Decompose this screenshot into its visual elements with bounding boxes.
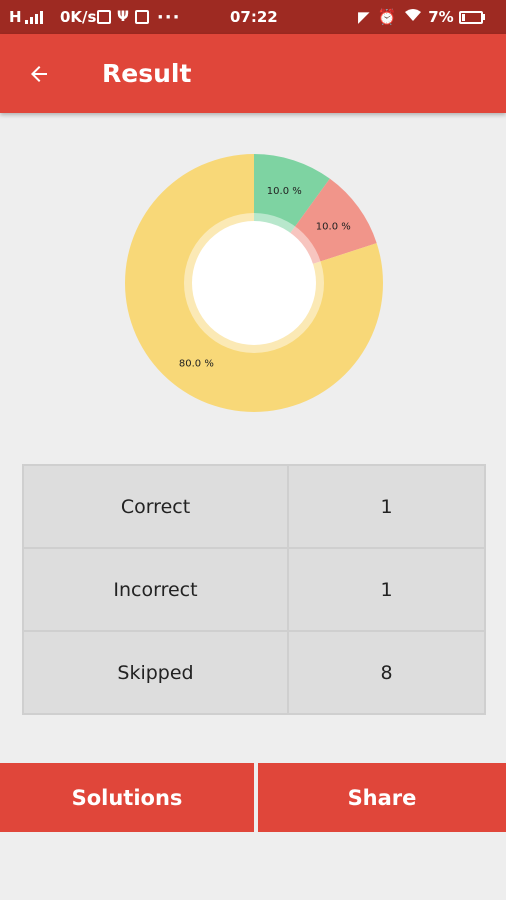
network-type-label: H xyxy=(9,8,22,26)
bag-icon xyxy=(97,10,111,24)
mute-icon: ◤ xyxy=(358,8,370,26)
arrow-left-icon xyxy=(31,66,47,82)
notification-icons: Ψ ··· xyxy=(97,0,180,34)
result-label: Incorrect xyxy=(22,547,289,632)
usb-icon: Ψ xyxy=(117,9,129,25)
status-bar: H 0K/s Ψ ··· 07:22 ◤ ⏰ 7% xyxy=(0,0,506,34)
sim-icon xyxy=(134,10,149,24)
result-label: Skipped xyxy=(22,630,289,715)
solutions-button[interactable]: Solutions xyxy=(0,763,254,832)
signal-icon xyxy=(24,10,43,24)
network-indicator: H xyxy=(9,0,43,34)
clock: 07:22 xyxy=(230,8,278,26)
battery-percentage: 7% xyxy=(428,8,454,26)
result-value: 1 xyxy=(287,464,486,549)
result-table: Correct 1 Incorrect 1 Skipped 8 xyxy=(22,464,486,715)
chart-hole xyxy=(192,221,316,345)
pie-label-skipped: 80.0 % xyxy=(179,358,214,369)
result-value: 1 xyxy=(287,547,486,632)
wifi-icon xyxy=(404,8,422,26)
system-icons: ◤ ⏰ 7% xyxy=(358,0,485,34)
alarm-icon: ⏰ xyxy=(377,8,397,26)
network-speed: 0K/s xyxy=(60,8,97,26)
page-title: Result xyxy=(102,59,192,88)
pie-label-incorrect: 10.0 % xyxy=(316,221,351,232)
table-row: Correct 1 xyxy=(22,464,486,549)
more-icon: ··· xyxy=(156,6,181,28)
battery-icon xyxy=(458,10,485,24)
share-button[interactable]: Share xyxy=(258,763,506,832)
table-row: Incorrect 1 xyxy=(22,547,486,632)
app-bar: Result xyxy=(0,34,506,113)
table-row: Skipped 8 xyxy=(22,630,486,715)
result-label: Correct xyxy=(22,464,289,549)
result-pie-chart: 10.0 % 10.0 % 80.0 % xyxy=(125,154,383,412)
result-value: 8 xyxy=(287,630,486,715)
back-button[interactable] xyxy=(18,54,60,94)
pie-label-correct: 10.0 % xyxy=(267,186,302,197)
